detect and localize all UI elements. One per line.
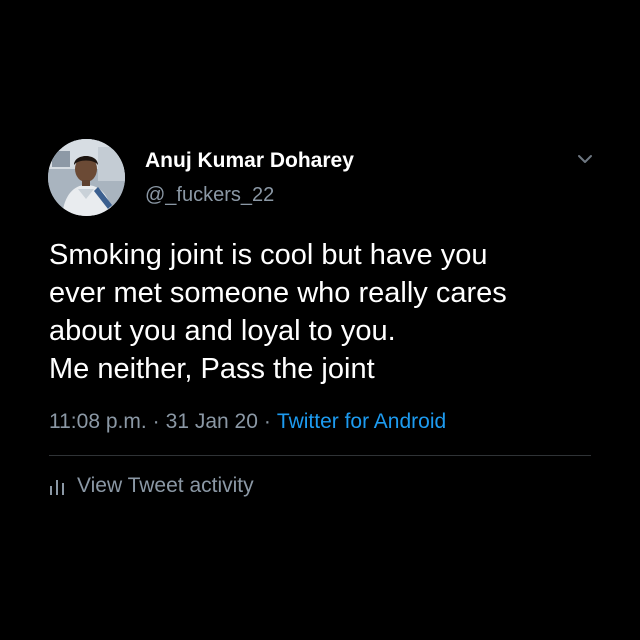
tweet-card: Anuj Kumar Doharey @_fuckers_22 Smoking … bbox=[0, 0, 640, 640]
tweet-text-line: about you and loyal to you. bbox=[49, 315, 396, 347]
tweet-menu-button[interactable] bbox=[574, 148, 596, 170]
view-tweet-activity-label: View Tweet activity bbox=[77, 474, 254, 497]
tweet-text: Smoking joint is cool but have you ever … bbox=[49, 236, 609, 388]
author-handle[interactable]: @_fuckers_22 bbox=[145, 184, 274, 207]
tweet-text-line: ever met someone who really cares bbox=[49, 277, 507, 309]
chevron-down-icon bbox=[578, 155, 592, 163]
tweet-text-line: Smoking joint is cool but have you bbox=[49, 239, 488, 271]
tweet-date[interactable]: 31 Jan 20 bbox=[166, 410, 258, 433]
avatar[interactable] bbox=[48, 139, 125, 216]
tweet-metadata: 11:08 p.m. · 31 Jan 20 · Twitter for Android bbox=[49, 410, 446, 434]
divider bbox=[49, 455, 591, 456]
bar-chart-icon bbox=[50, 480, 64, 495]
profile-photo-icon bbox=[48, 139, 125, 216]
author-display-name[interactable]: Anuj Kumar Doharey bbox=[145, 149, 354, 173]
meta-separator: · bbox=[152, 410, 160, 433]
view-tweet-activity-button[interactable]: View Tweet activity bbox=[49, 474, 254, 498]
tweet-text-line: Me neither, Pass the joint bbox=[49, 353, 375, 385]
tweet-source-link[interactable]: Twitter for Android bbox=[277, 410, 446, 433]
tweet-time[interactable]: 11:08 p.m. bbox=[49, 410, 147, 433]
meta-separator: · bbox=[263, 410, 271, 433]
